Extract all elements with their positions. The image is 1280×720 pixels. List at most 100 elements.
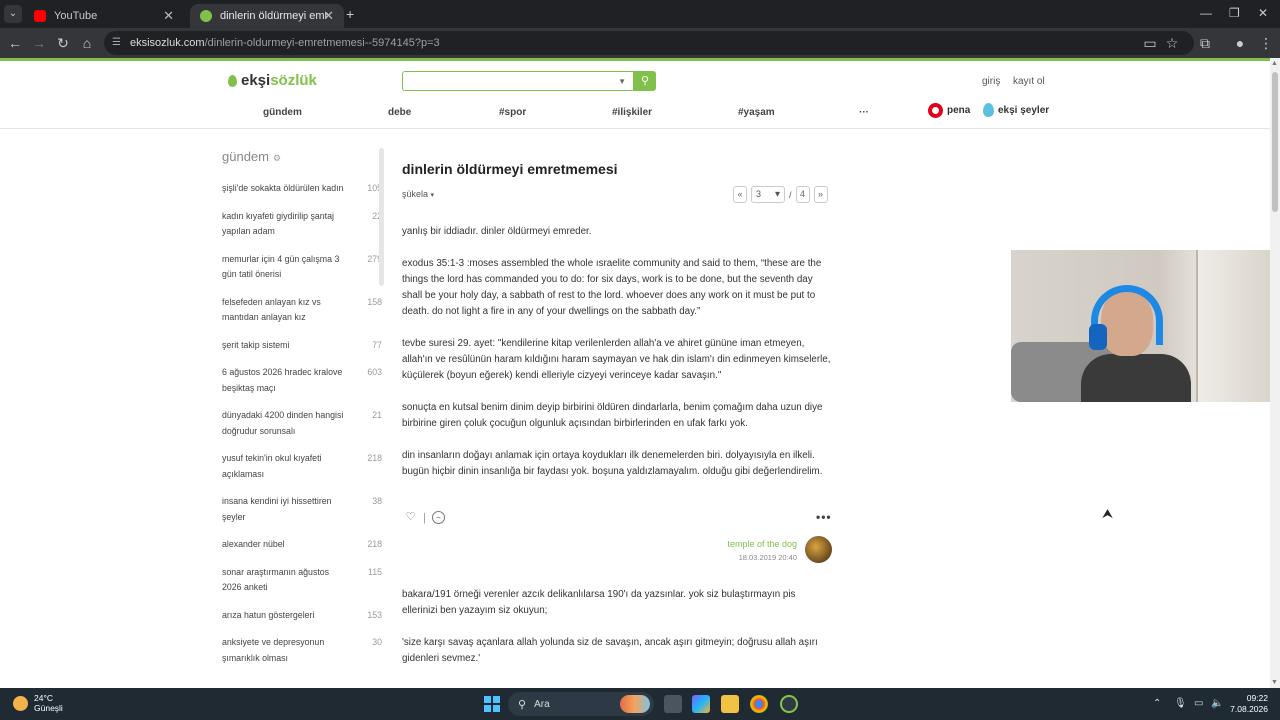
microphone-icon[interactable]: 🎙	[1174, 698, 1187, 709]
tab-search-button[interactable]: ⌄	[4, 5, 22, 23]
pager-prev-button[interactable]: «	[733, 186, 747, 203]
search-icon: ⚲	[640, 75, 650, 87]
webcam-overlay	[1011, 250, 1280, 402]
sun-icon	[13, 695, 28, 711]
sidebar-item[interactable]: arıza hatun göstergeleri 153	[222, 608, 382, 624]
tray-chevron-icon[interactable]: ⌃	[1153, 698, 1161, 709]
sidebar-item[interactable]: şerit takip sistemi 77	[222, 338, 382, 354]
sidebar-item[interactable]: sonar araştırmanın ağustos 2026 anketi 11…	[222, 565, 382, 596]
tab-eksisozluk[interactable]: dinlerin öldürmeyi emretmemesi ✕	[190, 4, 344, 28]
scroll-up-icon[interactable]: ▲	[1271, 60, 1278, 67]
sidebar-gundem: gündem ⚙ şişli'de sokakta öldürülen kadın…	[222, 145, 382, 690]
pager-separator: /	[789, 189, 792, 200]
clock[interactable]: 09:22 7.08.2026	[1230, 693, 1268, 715]
search-highlight-icon	[620, 695, 650, 713]
entry-date[interactable]: 18.03.2019 20:40	[739, 553, 797, 562]
copilot-icon[interactable]	[692, 695, 710, 713]
entry-paragraph: bakara/191 örneği verenler azcık delikan…	[402, 589, 796, 616]
register-link[interactable]: kayıt ol	[1013, 76, 1045, 87]
windows-start-icon[interactable]	[484, 696, 500, 712]
sidebar-item[interactable]: 6 ağustos 2026 hradec kralove beşiktaş m…	[222, 365, 382, 396]
url-field[interactable]: ☰ eksisozluk.com/dinlerin-oldurmeyi-emre…	[104, 31, 1194, 55]
taskbar-search[interactable]: ⚲ Ara	[508, 692, 654, 716]
sidebar-item[interactable]: kadın kıyafeti giydirilip şantaj yapılan…	[222, 209, 382, 240]
close-window-icon[interactable]: ✕	[1258, 6, 1268, 20]
person-body	[1081, 354, 1191, 402]
windows-taskbar: 24°C Güneşli ⚲ Ara ⌃ 🎙 ▭ 🔈 09:22 7.08.20…	[0, 688, 1280, 720]
forward-icon[interactable]: →	[31, 35, 47, 51]
headset-earcup	[1089, 324, 1107, 350]
sidebar-item[interactable]: dünyadaki 4200 dinden hangisi doğrudur s…	[222, 408, 382, 439]
site-info-icon[interactable]: ☰	[112, 37, 124, 49]
address-bar-row: ← → ↻ ⌂ ☰ eksisozluk.com/dinlerin-oldurm…	[0, 28, 1280, 58]
profile-avatar-icon[interactable]: ●	[1232, 35, 1248, 51]
topic-title[interactable]: dinlerin öldürmeyi emretmemesi	[402, 161, 618, 177]
gear-icon[interactable]: ⚙	[273, 153, 281, 163]
heart-icon[interactable]: ♡	[404, 511, 417, 524]
cast-icon[interactable]: ▭	[1142, 35, 1158, 52]
pager-last-button[interactable]: 4	[795, 186, 810, 203]
tab-youtube[interactable]: YouTube ✕	[24, 4, 184, 28]
search-button[interactable]: ⚲	[634, 71, 656, 91]
extensions-icon[interactable]: ⧉	[1197, 35, 1213, 52]
site-logo[interactable]: ekşi sözlük	[228, 72, 317, 89]
pager-page-select[interactable]: 3	[751, 186, 785, 203]
message-icon[interactable]: −	[431, 511, 445, 524]
nav-iliskiler[interactable]: #ilişkiler	[612, 107, 652, 118]
eksi-drop-icon	[200, 10, 212, 22]
close-icon[interactable]: ✕	[163, 8, 174, 24]
search-icon: ⚲	[518, 698, 527, 711]
pager-next-button[interactable]: »	[813, 186, 828, 203]
search-input[interactable]: ▼	[402, 71, 634, 91]
home-icon[interactable]: ⌂	[79, 35, 95, 51]
entry-paragraph: 'size karşı savaş açanlara allah yolunda…	[402, 637, 818, 664]
entry-actions: ♡ | −	[404, 511, 445, 524]
sort-dropdown[interactable]: şükela ▾	[402, 189, 434, 199]
page-scrollbar[interactable]: ▲ ▼	[1270, 58, 1280, 688]
minimize-icon[interactable]: —	[1200, 6, 1212, 20]
restore-icon[interactable]: ❐	[1229, 6, 1240, 20]
app-icon[interactable]	[780, 695, 798, 713]
task-view-icon[interactable]	[664, 695, 682, 713]
scroll-down-icon[interactable]: ▼	[1271, 679, 1278, 686]
entry-paragraph: din insanların doğayı anlamak için ortay…	[402, 450, 823, 477]
nav-yasam[interactable]: #yaşam	[738, 107, 775, 118]
entry-more-icon[interactable]: •••	[816, 510, 832, 524]
nav-debe[interactable]: debe	[388, 107, 411, 118]
nav-spor[interactable]: #spor	[499, 107, 526, 118]
sidebar-item[interactable]: memurlar için 4 gün çalışma 3 gün tatil …	[222, 252, 382, 283]
login-link[interactable]: giriş	[982, 76, 1000, 87]
pena-icon	[928, 103, 943, 118]
sidebar-item[interactable]: felsefeden anlayan kız vs mantıdan anlay…	[222, 295, 382, 326]
chrome-icon[interactable]	[750, 695, 768, 713]
sidebar-item[interactable]: şişli'de sokakta öldürülen kadın 105	[222, 181, 382, 197]
volume-icon[interactable]: 🔈	[1211, 698, 1223, 709]
entry-paragraph: exodus 35:1-3 :moses assembled the whole…	[402, 258, 822, 317]
sidebar-item[interactable]: insana kendini iyi hissettiren şeyler 38	[222, 494, 382, 525]
new-tab-icon[interactable]: +	[346, 6, 354, 22]
chevron-down-icon[interactable]: ▼	[618, 77, 626, 86]
nav-more[interactable]: ···	[859, 107, 869, 118]
sidebar-item[interactable]: yusuf tekin'in okul kıyafeti açıklaması 2…	[222, 451, 382, 482]
weather-widget[interactable]: 24°C Güneşli	[13, 693, 63, 713]
wardrobe	[1196, 250, 1280, 402]
display-icon[interactable]: ▭	[1194, 698, 1203, 709]
reload-icon[interactable]: ↻	[55, 35, 71, 52]
sidebar-item[interactable]: alexander nübel 218	[222, 537, 382, 553]
file-explorer-icon[interactable]	[721, 695, 739, 713]
sidebar-item[interactable]: anksiyete ve depresyonun şımarıklık olma…	[222, 635, 382, 666]
back-icon[interactable]: ←	[7, 35, 23, 51]
entry-paragraph: sonuçta en kutsal benim dinim deyip birb…	[402, 402, 823, 429]
eksi-seyler-link[interactable]: ekşi şeyler	[983, 103, 1049, 117]
nav-gundem[interactable]: gündem	[263, 107, 302, 118]
avatar[interactable]	[805, 536, 832, 563]
close-icon[interactable]: ✕	[323, 8, 334, 24]
pena-link[interactable]: pena	[928, 103, 970, 118]
entry-author[interactable]: temple of the dog	[727, 539, 797, 549]
sidebar-title: gündem ⚙	[222, 149, 282, 164]
scroll-thumb[interactable]	[1272, 72, 1278, 212]
entry-paragraph: tevbe suresi 29. ayet: "kendilerine kita…	[402, 338, 831, 381]
sidebar-scrollbar[interactable]	[379, 148, 384, 286]
menu-kebab-icon[interactable]: ⋮	[1258, 35, 1274, 52]
bookmark-star-icon[interactable]: ☆	[1164, 35, 1180, 52]
